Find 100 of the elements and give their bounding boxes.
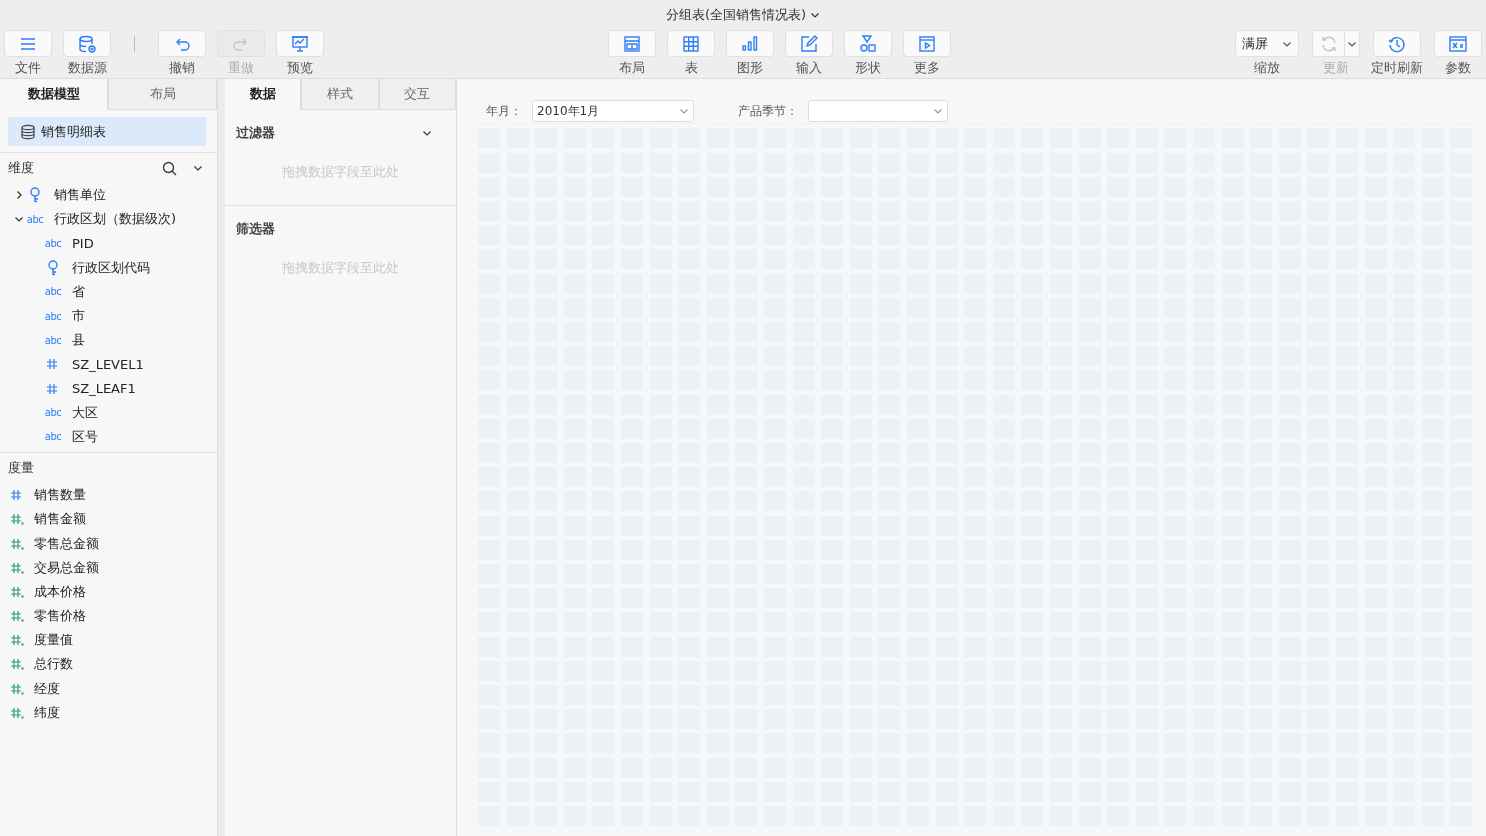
- filter-dropdown[interactable]: [808, 100, 948, 122]
- number-type-icon: [10, 585, 24, 598]
- number-type-icon: [10, 610, 24, 623]
- text-type-icon: abc: [26, 213, 44, 225]
- toolbar-label: 表: [684, 59, 698, 77]
- shapes-icon: [858, 33, 878, 54]
- toolbar-label: 预览: [287, 59, 313, 77]
- field-name[interactable]: 零售总金额: [34, 534, 99, 553]
- number-type-icon: [10, 561, 24, 574]
- database-icon: [20, 123, 36, 140]
- shapes-button[interactable]: [844, 30, 892, 57]
- field-name[interactable]: 销售单位: [54, 186, 106, 205]
- field-name[interactable]: PID: [72, 235, 94, 251]
- number-type-icon: [46, 358, 60, 371]
- field-name[interactable]: 省: [72, 282, 85, 301]
- number-type-icon: [46, 382, 60, 395]
- field-name[interactable]: 行政区划（数据级次): [54, 210, 177, 229]
- params-button[interactable]: [1434, 30, 1482, 57]
- field-name[interactable]: 销售金额: [34, 510, 86, 529]
- filter-dropdown[interactable]: 2010年1月: [532, 100, 694, 122]
- table-icon: [681, 33, 701, 54]
- number-type-icon: [10, 682, 24, 695]
- field-name[interactable]: 市: [72, 307, 85, 326]
- field-name[interactable]: 县: [72, 331, 85, 350]
- field-name[interactable]: 总行数: [34, 655, 73, 674]
- chevron-icon: [679, 106, 689, 116]
- edit-icon: [799, 33, 819, 54]
- field-name[interactable]: SZ_LEAF1: [72, 381, 136, 397]
- key-icon: [29, 187, 41, 204]
- chart-button[interactable]: [726, 30, 774, 57]
- zoom-dropdown[interactable]: 满屏: [1235, 30, 1299, 57]
- number-type-icon: [10, 489, 24, 502]
- toolbar-label: 缩放: [1254, 59, 1280, 77]
- section-title: 筛选器: [236, 220, 275, 238]
- timer-button[interactable]: [1373, 30, 1421, 57]
- field-name[interactable]: 销售数量: [34, 486, 86, 505]
- bar-chart-icon: [740, 33, 760, 54]
- key-icon: [47, 259, 59, 276]
- section-title: 度量: [8, 459, 34, 478]
- text-type-icon: abc: [44, 310, 62, 322]
- toolbar-label: 更多: [914, 59, 940, 77]
- field-name[interactable]: SZ_LEVEL1: [72, 356, 144, 372]
- toolbar-label: 定时刷新: [1371, 59, 1423, 77]
- presentation-icon: [290, 33, 310, 54]
- toolbar-label: 撤销: [169, 59, 195, 77]
- text-type-icon: abc: [44, 407, 62, 419]
- more-button[interactable]: [903, 30, 951, 57]
- table-button[interactable]: [667, 30, 715, 57]
- toolbar-label: 重做: [228, 59, 254, 77]
- edit-button[interactable]: [785, 30, 833, 57]
- toolbar-label: 文件: [15, 59, 41, 77]
- number-type-icon: [10, 513, 24, 526]
- chevron-icon: [422, 128, 432, 138]
- field-name[interactable]: 成本价格: [34, 582, 86, 601]
- toolbar-label: 图形: [737, 59, 763, 77]
- field-name[interactable]: 经度: [34, 679, 60, 698]
- panel-tab[interactable]: 交互: [378, 79, 456, 110]
- filter-label: 产品季节：: [738, 102, 798, 120]
- play-icon: [917, 33, 937, 54]
- layout-icon: [622, 33, 642, 54]
- toolbar-label: 参数: [1445, 59, 1471, 77]
- field-name[interactable]: 行政区划代码: [72, 258, 150, 277]
- chevron-icon: [193, 163, 203, 173]
- toolbar-label: 输入: [796, 59, 822, 77]
- field-name[interactable]: 度量值: [34, 631, 73, 650]
- text-type-icon: abc: [44, 431, 62, 443]
- toolbar-label: 形状: [855, 59, 881, 77]
- toolbar-label: 更新: [1323, 59, 1349, 77]
- chevron-icon: [933, 106, 943, 116]
- text-type-icon: abc: [44, 334, 62, 346]
- field-name[interactable]: 交易总金额: [34, 558, 99, 577]
- field-name[interactable]: 零售价格: [34, 607, 86, 626]
- database-button[interactable]: [63, 30, 111, 57]
- toolbar-label: 布局: [619, 59, 645, 77]
- search-icon[interactable]: [162, 160, 177, 176]
- panel-tab[interactable]: 样式: [301, 79, 379, 110]
- number-type-icon: [10, 706, 24, 719]
- dataset-item[interactable]: 销售明细表: [8, 117, 206, 146]
- field-name[interactable]: 大区: [72, 403, 98, 422]
- field-name[interactable]: 区号: [72, 427, 98, 446]
- number-type-icon: [10, 537, 24, 550]
- menu-button[interactable]: [4, 30, 52, 57]
- report-title[interactable]: 分组表(全国销售情况表): [665, 6, 807, 24]
- number-type-icon: [10, 634, 24, 647]
- field-name[interactable]: 纬度: [34, 703, 60, 722]
- text-type-icon: abc: [44, 286, 62, 298]
- panel-tab[interactable]: 布局: [108, 79, 217, 110]
- undo-button[interactable]: [158, 30, 206, 57]
- database-icon: [77, 33, 97, 54]
- toolbar-label: 数据源: [67, 59, 107, 77]
- number-type-icon: [10, 658, 24, 671]
- section-title: 过滤器: [236, 124, 275, 142]
- section-title: 维度: [8, 159, 34, 177]
- preview-button[interactable]: [276, 30, 324, 57]
- filter-label: 年月：: [486, 102, 522, 120]
- chevron-icon: [810, 10, 821, 20]
- layout-button[interactable]: [608, 30, 656, 57]
- chevron-icon: [14, 190, 24, 201]
- text-type-icon: abc: [44, 237, 62, 249]
- formula-icon: [1448, 33, 1468, 54]
